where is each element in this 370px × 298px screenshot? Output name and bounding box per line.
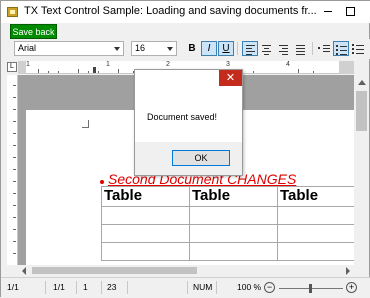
align-right-button[interactable] xyxy=(276,41,292,56)
table-cell[interactable] xyxy=(277,206,354,225)
window-title: TX Text Control Sample: Loading and savi… xyxy=(24,5,317,17)
font-size-value: 16 xyxy=(135,43,146,53)
message-dialog: ✕ Document saved! OK xyxy=(134,69,243,176)
ruler-margin-right xyxy=(339,61,354,74)
zoom-out-button[interactable]: − xyxy=(264,282,275,293)
app-icon xyxy=(7,7,18,17)
chevron-down-icon xyxy=(167,47,173,51)
toolbar-separator xyxy=(312,42,313,55)
table-row xyxy=(101,242,354,261)
numbered-list-button[interactable] xyxy=(350,41,366,56)
zoom-in-button[interactable]: + xyxy=(346,282,357,293)
vertical-scroll-thumb[interactable] xyxy=(356,91,367,131)
status-bar: 1/1 1/1 1 23 NUM 100 % − + xyxy=(1,277,370,298)
format-toolbar: Arial 16 B I U xyxy=(1,39,370,59)
ruler-label: 4 xyxy=(286,61,290,68)
ruler-margin-left xyxy=(18,61,26,74)
dialog-message: Document saved! xyxy=(147,112,218,122)
ruler-label: 1 xyxy=(26,61,30,68)
tab-stop-selector[interactable]: L xyxy=(7,62,17,72)
close-icon[interactable]: ✕ xyxy=(219,70,242,86)
table-row xyxy=(101,206,354,225)
ruler-label: 2 xyxy=(166,61,170,68)
vertical-scrollbar[interactable] xyxy=(354,75,369,265)
italic-button[interactable]: I xyxy=(201,41,217,56)
chevron-down-icon xyxy=(114,47,120,51)
bullet-list-button[interactable] xyxy=(333,41,349,56)
indent-marker-icon xyxy=(93,67,96,73)
align-left-button[interactable] xyxy=(242,41,258,56)
toolbar-separator xyxy=(237,42,238,55)
zoom-slider-thumb[interactable] xyxy=(309,284,312,293)
table-cell[interactable] xyxy=(277,224,354,243)
table-cell[interactable] xyxy=(101,242,190,261)
ruler-label: 3 xyxy=(226,61,230,68)
zoom-level: 100 % xyxy=(237,282,262,292)
table-cell[interactable]: Table xyxy=(101,186,190,207)
table-row: Table Table Table xyxy=(101,186,354,207)
align-center-button[interactable] xyxy=(259,41,275,56)
indent-button[interactable] xyxy=(316,41,332,56)
dialog-footer: OK xyxy=(135,142,242,175)
horizontal-scrollbar[interactable] xyxy=(18,265,354,276)
ok-button[interactable]: OK xyxy=(172,150,230,166)
font-name-value: Arial xyxy=(18,43,37,53)
bold-button[interactable]: B xyxy=(184,41,200,56)
status-column: 23 xyxy=(107,282,117,292)
font-name-combo[interactable]: Arial xyxy=(14,41,124,56)
table-cell[interactable] xyxy=(101,224,190,243)
scroll-up-icon[interactable] xyxy=(354,75,369,90)
scroll-left-icon[interactable] xyxy=(18,265,30,276)
table-cell[interactable] xyxy=(101,206,190,225)
table-cell[interactable] xyxy=(189,224,278,243)
status-line: 1 xyxy=(83,282,88,292)
bullet-icon xyxy=(100,180,104,184)
table-cell[interactable]: Table xyxy=(189,186,278,207)
vertical-ruler xyxy=(7,75,18,265)
status-page: 1/1 xyxy=(7,282,19,292)
font-size-combo[interactable]: 16 xyxy=(131,41,177,56)
minimize-icon[interactable] xyxy=(319,3,337,19)
table-cell[interactable] xyxy=(277,242,354,261)
align-justify-button[interactable] xyxy=(293,41,309,56)
underline-button[interactable]: U xyxy=(218,41,234,56)
table-cell[interactable] xyxy=(189,206,278,225)
status-section: 1/1 xyxy=(53,282,65,292)
horizontal-scroll-thumb[interactable] xyxy=(32,267,197,274)
app-window: TX Text Control Sample: Loading and savi… xyxy=(0,0,370,298)
save-back-button[interactable]: Save back xyxy=(10,24,57,39)
ruler-label: 1 xyxy=(106,61,110,68)
table-cell[interactable]: Table xyxy=(277,186,354,207)
status-num-lock: NUM xyxy=(193,282,213,292)
title-bar: TX Text Control Sample: Loading and savi… xyxy=(1,1,370,23)
document-table[interactable]: Table Table Table xyxy=(101,186,354,261)
table-row xyxy=(101,224,354,243)
scroll-right-icon[interactable] xyxy=(342,265,354,276)
table-cell[interactable] xyxy=(189,242,278,261)
maximize-icon[interactable] xyxy=(341,3,359,19)
